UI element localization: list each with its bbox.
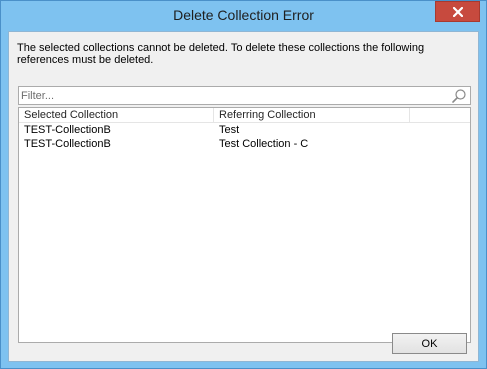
table-row[interactable]: TEST-CollectionB Test Collection - C bbox=[19, 138, 470, 152]
list-header: Selected Collection Referring Collection bbox=[19, 108, 470, 123]
ok-button[interactable]: OK bbox=[392, 333, 467, 354]
filter-field[interactable] bbox=[18, 86, 471, 105]
title-bar[interactable]: Delete Collection Error bbox=[1, 1, 486, 31]
column-header-referring-collection[interactable]: Referring Collection bbox=[214, 108, 410, 123]
filter-input[interactable] bbox=[21, 88, 441, 103]
dialog-window: Delete Collection Error The selected col… bbox=[0, 0, 487, 369]
references-list[interactable]: Selected Collection Referring Collection… bbox=[18, 107, 471, 343]
dialog-body: The selected collections cannot be delet… bbox=[8, 31, 479, 362]
search-icon[interactable] bbox=[451, 88, 467, 104]
column-header-selected-collection[interactable]: Selected Collection bbox=[19, 108, 214, 123]
dialog-title: Delete Collection Error bbox=[173, 7, 314, 23]
error-message: The selected collections cannot be delet… bbox=[17, 42, 425, 66]
table-row[interactable]: TEST-CollectionB Test bbox=[19, 124, 470, 138]
cell-selected-collection: TEST-CollectionB bbox=[24, 124, 111, 136]
close-icon bbox=[452, 6, 463, 17]
cell-referring-collection: Test Collection - C bbox=[219, 138, 309, 150]
close-button[interactable] bbox=[435, 1, 480, 22]
cell-referring-collection: Test bbox=[219, 124, 240, 136]
cell-selected-collection: TEST-CollectionB bbox=[24, 138, 111, 150]
column-header-empty bbox=[410, 108, 470, 123]
